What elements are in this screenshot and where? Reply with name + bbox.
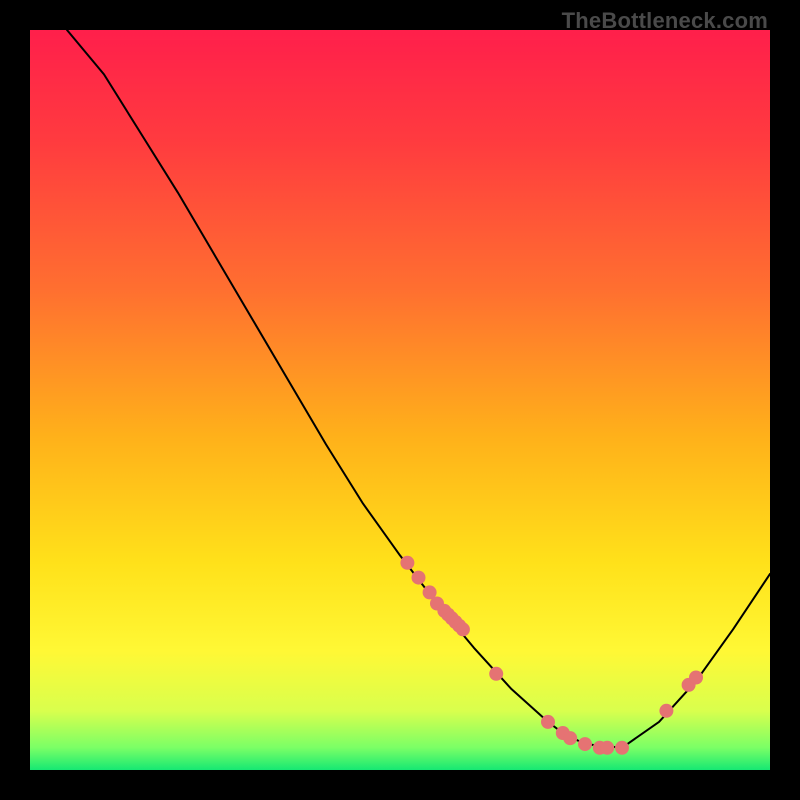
- data-point: [489, 667, 503, 681]
- data-point: [563, 731, 577, 745]
- data-point: [578, 737, 592, 751]
- data-point: [400, 556, 414, 570]
- data-point: [456, 622, 470, 636]
- plot-area: [30, 30, 770, 770]
- data-point: [412, 571, 426, 585]
- data-point: [541, 715, 555, 729]
- chart-container: TheBottleneck.com: [0, 0, 800, 800]
- data-point: [600, 741, 614, 755]
- data-point: [689, 671, 703, 685]
- data-point: [659, 704, 673, 718]
- chart-svg: [30, 30, 770, 770]
- gradient-background: [30, 30, 770, 770]
- data-point: [615, 741, 629, 755]
